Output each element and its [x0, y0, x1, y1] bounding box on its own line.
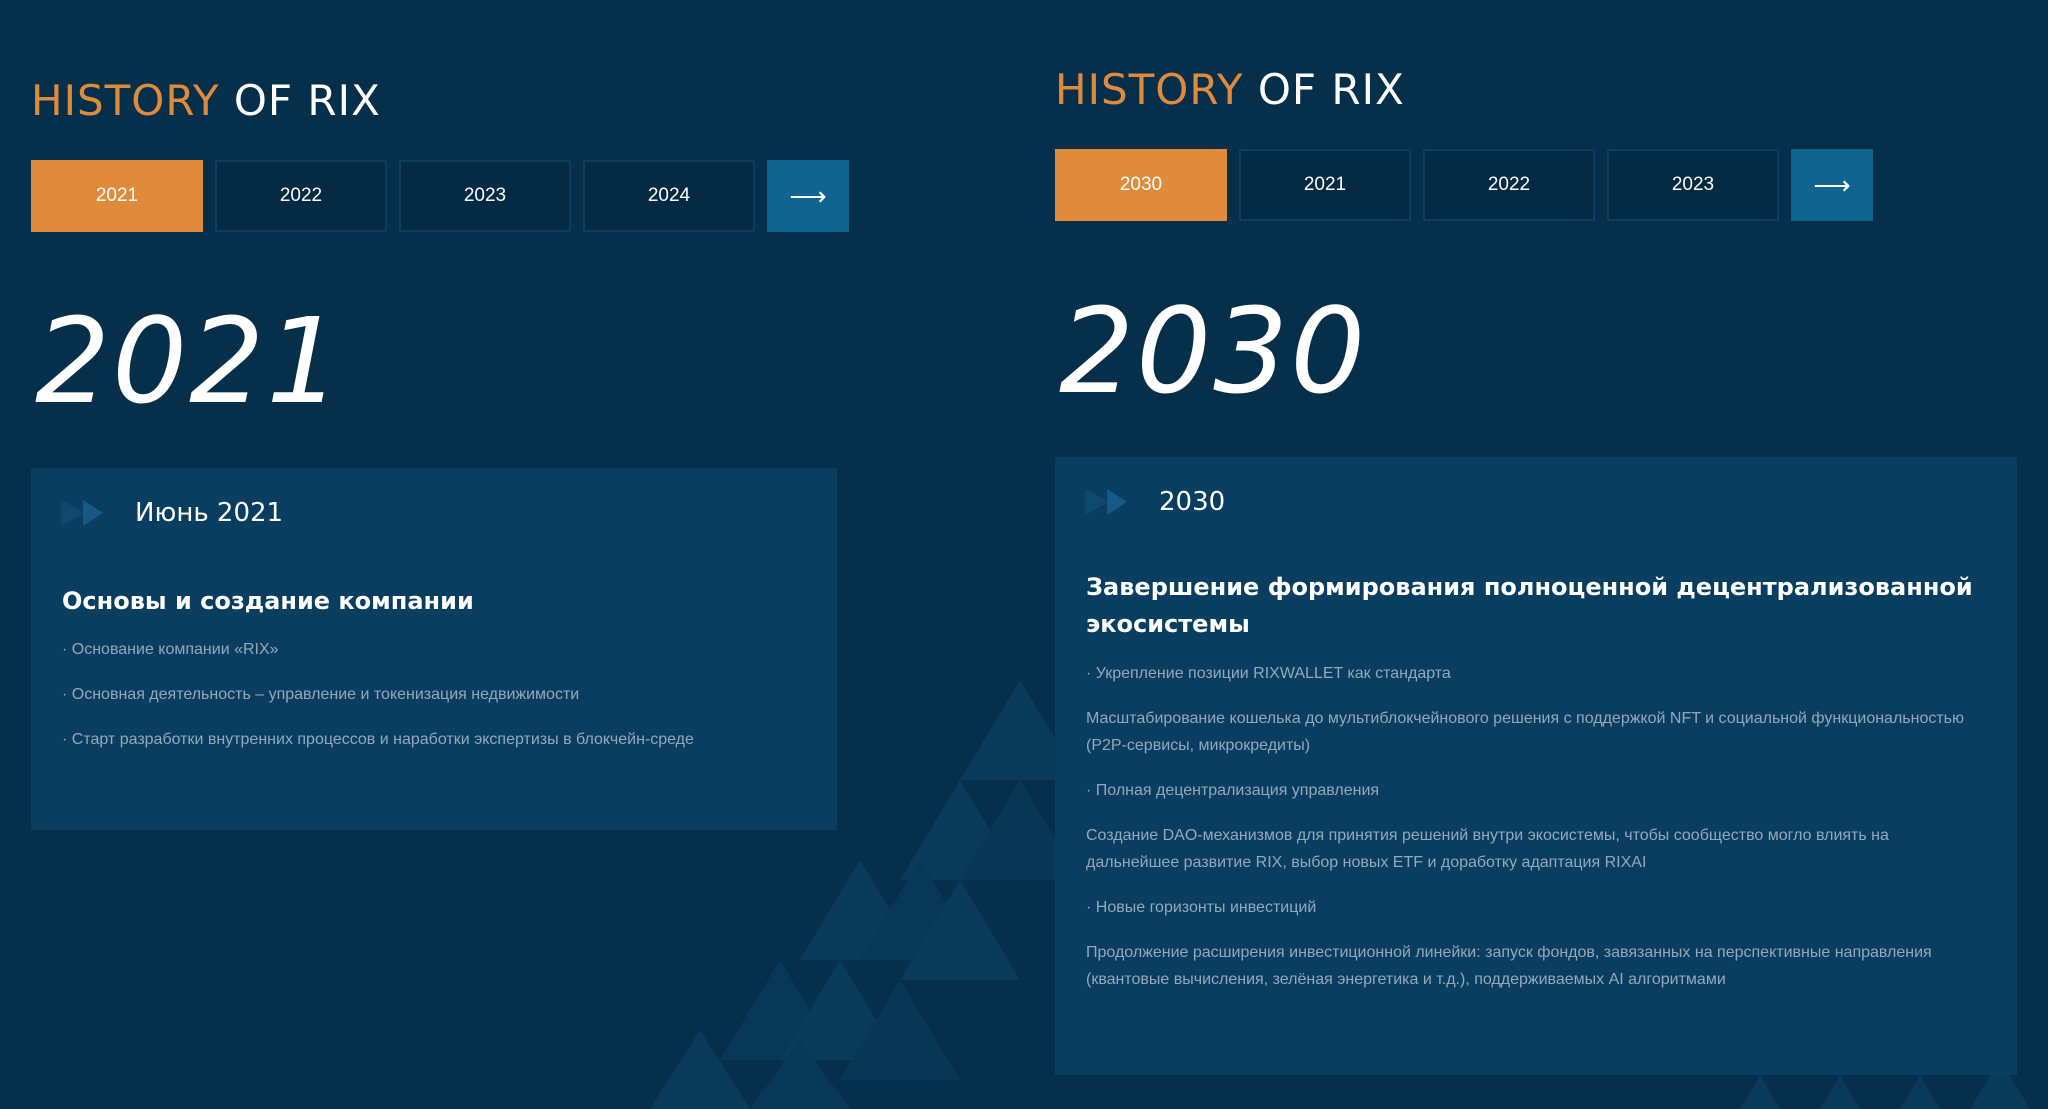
selected-year-heading: 2021: [35, 292, 344, 430]
selected-year-heading: 2030: [1059, 282, 1368, 420]
year-tabs: 2030 2021 2022 2023 ⟶: [1055, 149, 1873, 221]
tab-2030[interactable]: 2030: [1055, 149, 1227, 221]
section-title: HISTORY OF RIX: [31, 76, 381, 125]
title-accent: HISTORY: [31, 76, 220, 125]
tab-2023[interactable]: 2023: [399, 160, 571, 232]
card-date: Июнь 2021: [135, 498, 284, 528]
next-arrow-button[interactable]: ⟶: [1791, 149, 1873, 221]
card-item: · Старт разработки внутренних процессов …: [62, 731, 694, 748]
card-header: 2030: [1085, 487, 1225, 517]
card-item: · Новые горизонты инвестиций: [1086, 899, 1317, 916]
card-date: 2030: [1159, 487, 1226, 517]
card-item: Продолжение расширения инвестиционной ли…: [1086, 944, 1932, 988]
card-body: · Укрепление позиции RIXWALLET как станд…: [1086, 660, 1986, 1011]
card-item: Масштабирование кошелька до мультиблокче…: [1086, 710, 1965, 754]
timeline-card: Июнь 2021 Основы и создание компании · О…: [31, 468, 837, 830]
tab-2021[interactable]: 2021: [31, 160, 203, 232]
arrow-right-icon: ⟶: [789, 180, 827, 211]
card-item: · Основная деятельность – управление и т…: [62, 686, 580, 703]
card-title: Завершение формирования полноценной деце…: [1086, 573, 1973, 638]
tab-2024[interactable]: 2024: [583, 160, 755, 232]
tab-2022[interactable]: 2022: [1423, 149, 1595, 221]
card-body: · Основание компании «RIX» · Основная де…: [62, 636, 822, 771]
title-rest: OF RIX: [233, 76, 381, 125]
timeline-card: 2030 Завершение формирования полноценной…: [1055, 457, 2017, 1075]
card-item: · Основание компании «RIX»: [62, 641, 279, 658]
tab-2023[interactable]: 2023: [1607, 149, 1779, 221]
card-item: · Полная децентрализация управления: [1086, 782, 1380, 799]
tab-2021[interactable]: 2021: [1239, 149, 1411, 221]
card-title: Основы и создание компании: [62, 587, 474, 615]
section-title: HISTORY OF RIX: [1055, 65, 1405, 114]
card-item: Создание DAO-механизмов для принятия реш…: [1086, 827, 1889, 871]
year-tabs: 2021 2022 2023 2024 ⟶: [31, 160, 849, 232]
tab-2022[interactable]: 2022: [215, 160, 387, 232]
title-rest: OF RIX: [1257, 65, 1405, 114]
arrow-right-icon: ⟶: [1813, 169, 1851, 200]
double-play-icon: [61, 500, 109, 526]
card-item: · Укрепление позиции RIXWALLET как станд…: [1086, 665, 1451, 682]
card-header: Июнь 2021: [61, 498, 283, 528]
double-play-icon: [1085, 489, 1133, 515]
title-accent: HISTORY: [1055, 65, 1244, 114]
next-arrow-button[interactable]: ⟶: [767, 160, 849, 232]
